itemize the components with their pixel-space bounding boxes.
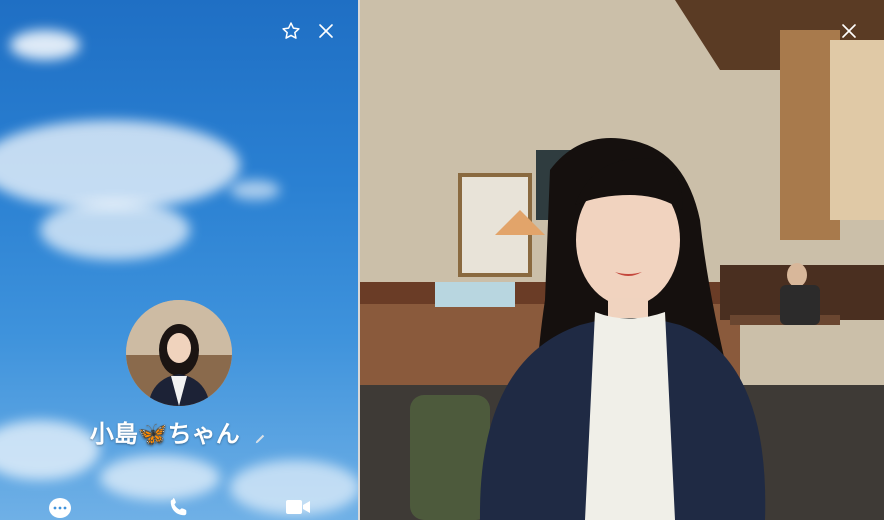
video-call-button[interactable] [284, 496, 312, 520]
close-button[interactable] [315, 20, 337, 42]
cloud-decoration [230, 180, 280, 200]
avatar-photo [126, 300, 232, 406]
profile-name-row: 小島🦋ちゃん [0, 414, 358, 449]
close-icon [319, 24, 333, 38]
video-camera-icon [286, 500, 311, 514]
action-bar [0, 496, 358, 520]
favorite-button[interactable] [280, 20, 302, 42]
call-button[interactable] [165, 496, 193, 520]
cloud-decoration [100, 455, 220, 500]
viewer-close-button[interactable] [838, 20, 860, 42]
phone-icon [170, 497, 187, 516]
star-icon [282, 22, 300, 39]
close-icon [842, 24, 856, 38]
cloud-decoration [0, 120, 240, 210]
avatar[interactable] [126, 300, 232, 406]
profile-background: 小島🦋ちゃん [0, 0, 358, 520]
display-name: 小島🦋ちゃん [89, 420, 240, 448]
photo-viewer [360, 0, 884, 520]
cloud-decoration [40, 200, 190, 260]
edit-name-button[interactable] [254, 427, 268, 446]
cloud-decoration [10, 30, 80, 60]
pencil-icon [255, 434, 265, 443]
profile-photo [360, 0, 884, 520]
chat-button[interactable] [46, 496, 74, 520]
chat-bubble-icon [48, 498, 71, 518]
